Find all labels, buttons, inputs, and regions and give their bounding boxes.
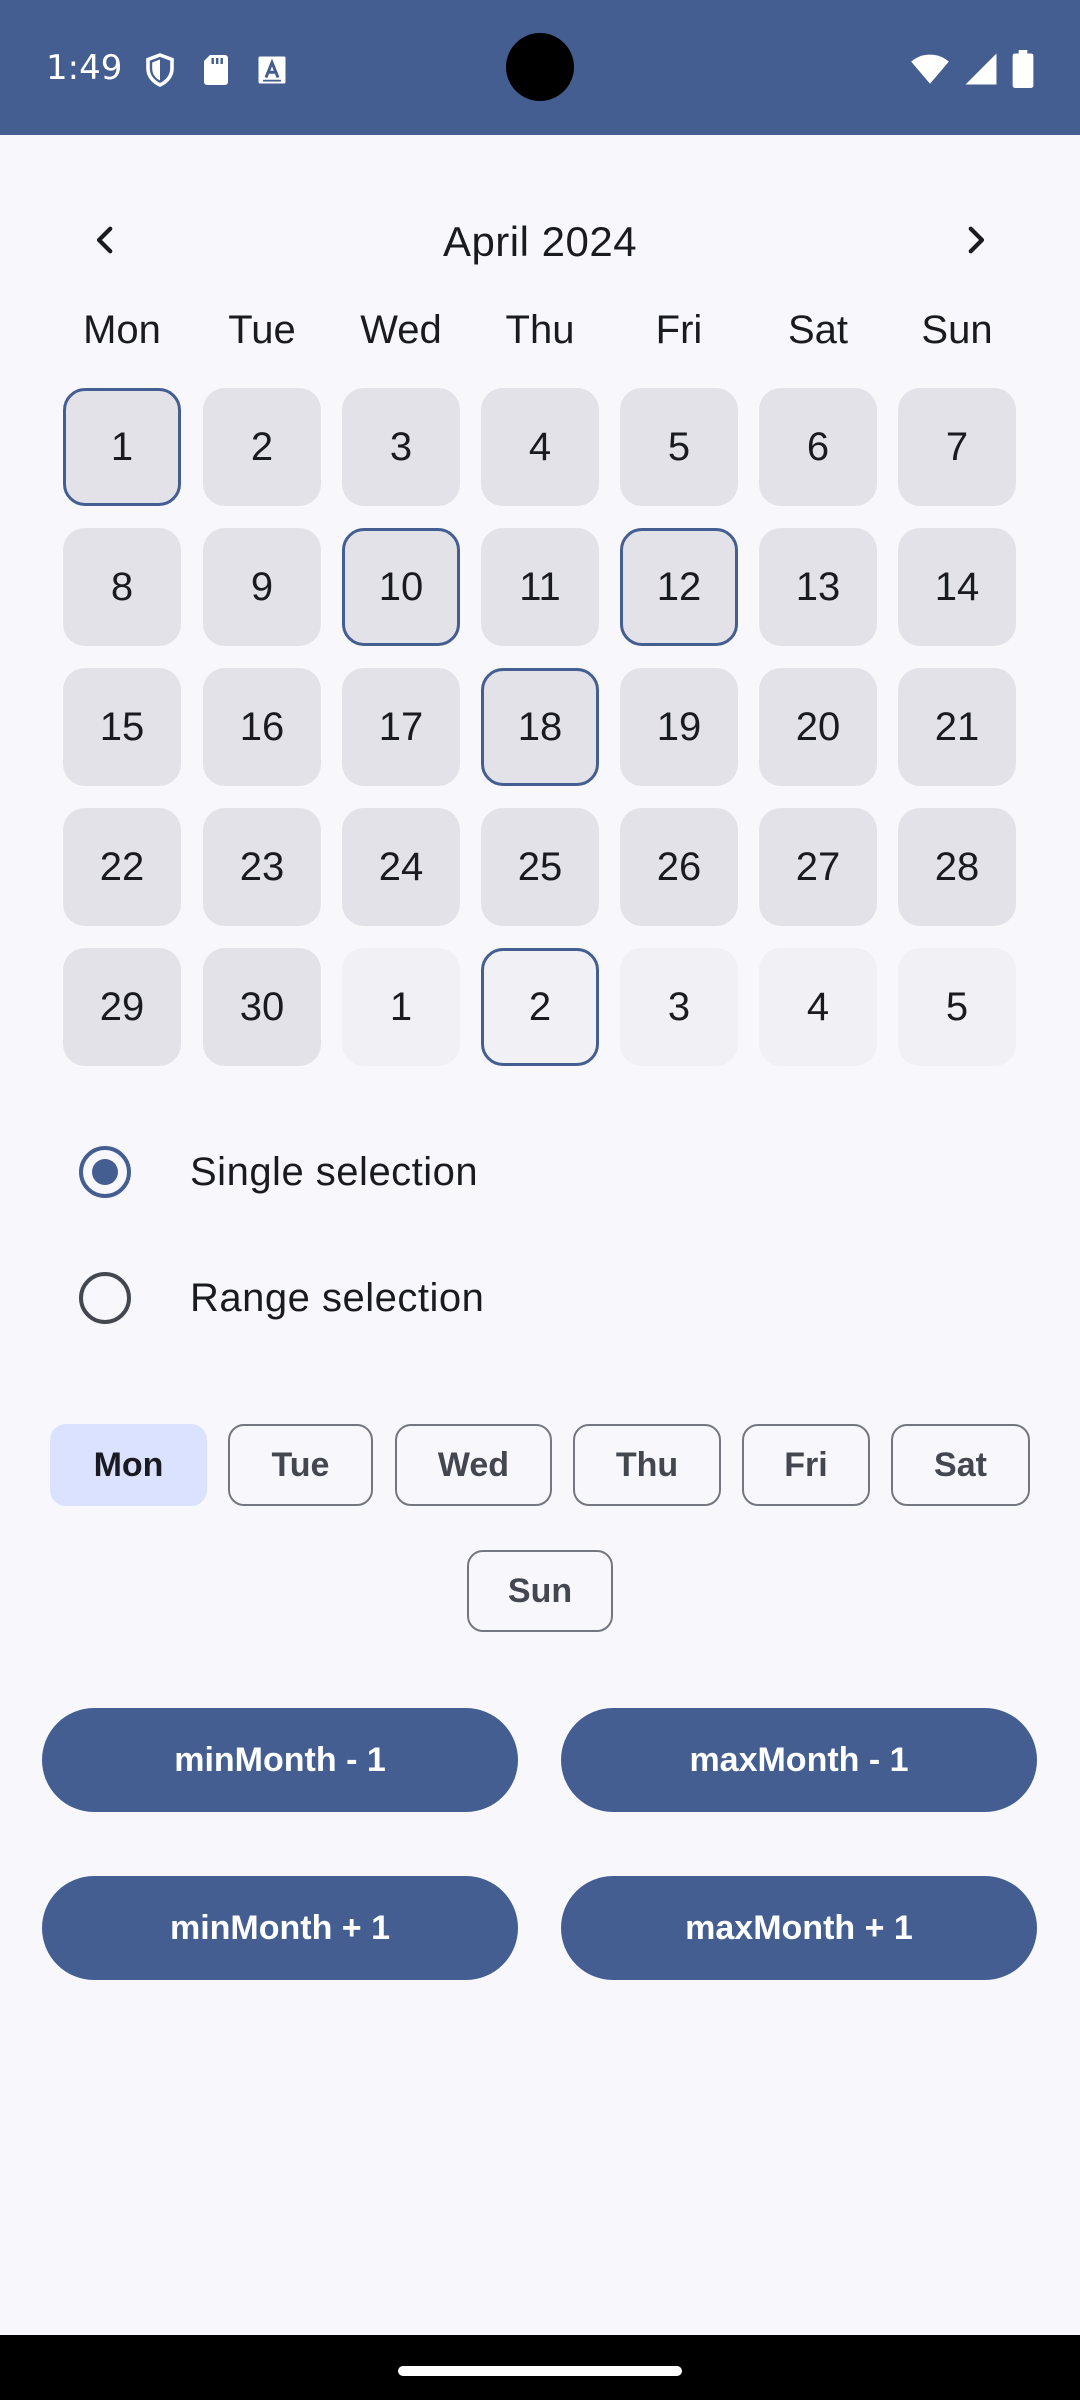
chip-wed[interactable]: Wed (395, 1424, 552, 1506)
weekday-label: Sun (921, 308, 993, 352)
range-selection-label: Range selection (190, 1275, 485, 1320)
sd-card-icon (204, 55, 228, 85)
weekday-label: Thu (505, 308, 575, 352)
weekday-label: Mon (83, 308, 161, 352)
calendar-day-outside-month[interactable]: 2 (481, 948, 599, 1066)
status-icons-left (142, 52, 290, 88)
calendar-day[interactable]: 11 (481, 528, 599, 646)
calendar-day[interactable]: 28 (898, 808, 1016, 926)
calendar-day[interactable]: 5 (620, 388, 738, 506)
chevron-right-icon (968, 226, 985, 254)
battery-icon (1012, 50, 1034, 88)
next-month-button[interactable] (948, 212, 1004, 268)
single-selection-option[interactable]: Single selection (0, 1127, 1080, 1217)
radio-button-checked[interactable] (79, 1146, 131, 1198)
calendar-day[interactable]: 24 (342, 808, 460, 926)
weekday-header-row: Mon Tue Wed Thu Fri Sat Sun (0, 308, 1080, 358)
home-indicator[interactable] (398, 2366, 682, 2376)
chip-mon[interactable]: Mon (50, 1424, 207, 1506)
calendar-day[interactable]: 3 (342, 388, 460, 506)
text-a-icon (258, 56, 286, 84)
radio-dot (92, 1159, 118, 1185)
calendar-day[interactable]: 21 (898, 668, 1016, 786)
weekday-label: Sat (787, 308, 849, 352)
min-month-minus-button[interactable]: minMonth - 1 (42, 1708, 518, 1812)
calendar-day[interactable]: 14 (898, 528, 1016, 646)
calendar-day-outside-month[interactable]: 4 (759, 948, 877, 1066)
calendar-day[interactable]: 1 (63, 388, 181, 506)
single-selection-label: Single selection (190, 1149, 479, 1194)
chip-thu[interactable]: Thu (573, 1424, 721, 1506)
calendar-day[interactable]: 22 (63, 808, 181, 926)
status-bar: 1:49 (0, 0, 1080, 135)
calendar-day[interactable]: 12 (620, 528, 738, 646)
status-icons-right (910, 50, 1034, 88)
calendar-day[interactable]: 23 (203, 808, 321, 926)
calendar-day[interactable]: 27 (759, 808, 877, 926)
calendar-day[interactable]: 30 (203, 948, 321, 1066)
max-month-plus-button[interactable]: maxMonth + 1 (561, 1876, 1037, 1980)
status-time: 1:49 (46, 48, 123, 88)
camera-cutout (506, 33, 574, 101)
max-month-minus-button[interactable]: maxMonth - 1 (561, 1708, 1037, 1812)
calendar-day-outside-month[interactable]: 3 (620, 948, 738, 1066)
calendar-day[interactable]: 15 (63, 668, 181, 786)
range-selection-option[interactable]: Range selection (0, 1253, 1080, 1343)
calendar-day[interactable]: 13 (759, 528, 877, 646)
calendar-day[interactable]: 9 (203, 528, 321, 646)
calendar-day[interactable]: 16 (203, 668, 321, 786)
min-month-plus-button[interactable]: minMonth + 1 (42, 1876, 518, 1980)
calendar-day-outside-month[interactable]: 5 (898, 948, 1016, 1066)
calendar-day[interactable]: 29 (63, 948, 181, 1066)
calendar-day[interactable]: 20 (759, 668, 877, 786)
radio-button-unchecked[interactable] (79, 1272, 131, 1324)
weekday-label: Wed (360, 308, 442, 352)
chip-tue[interactable]: Tue (228, 1424, 373, 1506)
wifi-icon (911, 54, 949, 84)
calendar-day[interactable]: 6 (759, 388, 877, 506)
shield-icon (146, 53, 174, 87)
calendar-day[interactable]: 19 (620, 668, 738, 786)
month-title: April 2024 (442, 218, 638, 265)
weekday-label: Fri (655, 308, 703, 352)
calendar-header: April 2024 (0, 200, 1080, 280)
calendar-day[interactable]: 7 (898, 388, 1016, 506)
signal-icon (965, 53, 997, 85)
calendar-day[interactable]: 2 (203, 388, 321, 506)
calendar-day[interactable]: 17 (342, 668, 460, 786)
calendar-day[interactable]: 8 (63, 528, 181, 646)
calendar-day[interactable]: 18 (481, 668, 599, 786)
calendar-day[interactable]: 4 (481, 388, 599, 506)
chip-fri[interactable]: Fri (742, 1424, 870, 1506)
calendar-day[interactable]: 10 (342, 528, 460, 646)
chip-sun[interactable]: Sun (467, 1550, 613, 1632)
calendar-day[interactable]: 26 (620, 808, 738, 926)
weekday-label: Tue (228, 308, 296, 352)
calendar-day[interactable]: 25 (481, 808, 599, 926)
calendar-day-outside-month[interactable]: 1 (342, 948, 460, 1066)
chip-sat[interactable]: Sat (891, 1424, 1030, 1506)
